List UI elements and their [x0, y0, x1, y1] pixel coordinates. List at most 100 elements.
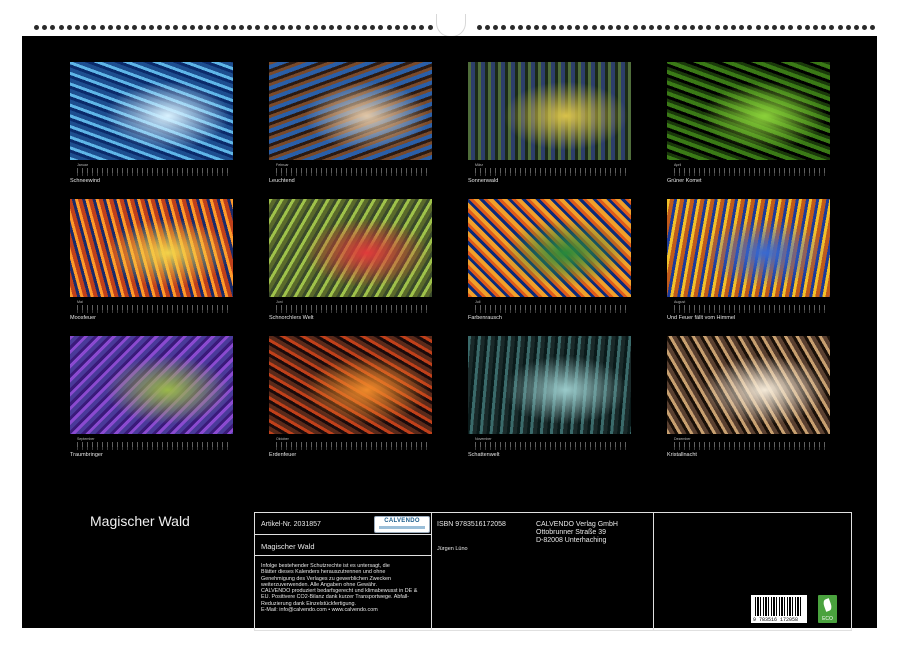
- binding-hole: [149, 25, 154, 30]
- binding-hole: [403, 25, 408, 30]
- binding-hole: [493, 25, 498, 30]
- month-label: Dezember: [674, 437, 691, 441]
- photo-caption: Und Feuer fällt vom Himmel: [667, 315, 735, 321]
- binding-hole: [592, 25, 597, 30]
- photo-caption: Sonnenwald: [468, 178, 498, 184]
- binding-hole: [411, 25, 416, 30]
- photo-caption: Schnorchlers Welt: [269, 315, 314, 321]
- binding-hole: [731, 25, 736, 30]
- binding-hole: [214, 25, 219, 30]
- calendar-days: [276, 310, 428, 313]
- photo-caption: Leuchtend: [269, 178, 295, 184]
- binding-hole: [772, 25, 777, 30]
- binding-hole: [42, 25, 47, 30]
- binding-hole: [723, 25, 728, 30]
- binding-hole: [608, 25, 613, 30]
- binding-hole: [649, 25, 654, 30]
- binding-hole: [600, 25, 605, 30]
- binding-hole: [288, 25, 293, 30]
- binding-hole: [838, 25, 843, 30]
- binding-hole: [157, 25, 162, 30]
- month-tile: JuliFarbenrausch: [468, 199, 631, 297]
- binding-hole: [75, 25, 80, 30]
- binding-hole: [346, 25, 351, 30]
- binding-hole: [370, 25, 375, 30]
- month-photo: [667, 199, 830, 297]
- isbn: ISBN 9783516172058: [437, 521, 506, 528]
- binding-hole: [313, 25, 318, 30]
- binding-hole: [239, 25, 244, 30]
- binding-hole: [116, 25, 121, 30]
- binding-hole: [665, 25, 670, 30]
- binding-hole: [780, 25, 785, 30]
- author: Jürgen Lüno: [437, 546, 468, 552]
- binding-hole: [551, 25, 556, 30]
- month-label: Mai: [77, 300, 83, 304]
- photo-caption: Grüner Komet: [667, 178, 702, 184]
- barcode: 9 783516 172058: [751, 595, 807, 623]
- binding-hole: [788, 25, 793, 30]
- binding-hole: [231, 25, 236, 30]
- calendar-title: Magischer Wald: [90, 513, 190, 529]
- binding-hole: [67, 25, 72, 30]
- month-label: März: [475, 163, 483, 167]
- month-label: September: [77, 437, 95, 441]
- month-photo: [667, 62, 830, 160]
- binding-hole: [583, 25, 588, 30]
- subtitle: Magischer Wald: [261, 542, 315, 551]
- month-label: Juni: [276, 300, 283, 304]
- binding-hole: [764, 25, 769, 30]
- month-photo: [70, 336, 233, 434]
- photo-caption: Schneewind: [70, 178, 100, 184]
- binding-hole: [559, 25, 564, 30]
- month-tile: FebruarLeuchtend: [269, 62, 432, 160]
- photo-caption: Moosfeuer: [70, 315, 96, 321]
- article-number: Artikel-Nr. 2031857: [261, 521, 321, 528]
- calendar-days: [77, 310, 229, 313]
- legal-notice: Infolge bestehender Schutzrechte ist es …: [261, 563, 417, 613]
- binding-hole: [542, 25, 547, 30]
- binding-hole: [575, 25, 580, 30]
- binding-hole: [378, 25, 383, 30]
- binding-hole: [846, 25, 851, 30]
- binding-hole: [124, 25, 129, 30]
- divider: [255, 555, 431, 556]
- binding-hole: [747, 25, 752, 30]
- binding-strip: [0, 0, 899, 36]
- calvendo-logo: CALVENDO: [374, 516, 430, 533]
- calendar-days: [77, 447, 229, 450]
- calendar-days: [674, 447, 826, 450]
- month-tile: JuniSchnorchlers Welt: [269, 199, 432, 297]
- binding-hole: [247, 25, 252, 30]
- binding-hole: [198, 25, 203, 30]
- binding-hole: [715, 25, 720, 30]
- binding-hole: [91, 25, 96, 30]
- binding-hole: [141, 25, 146, 30]
- binding-hole: [329, 25, 334, 30]
- binding-hole: [83, 25, 88, 30]
- binding-hole: [526, 25, 531, 30]
- binding-hole: [616, 25, 621, 30]
- binding-hole: [280, 25, 285, 30]
- binding-hole: [206, 25, 211, 30]
- photo-caption: Kristallnacht: [667, 452, 697, 458]
- binding-hole: [805, 25, 810, 30]
- binding-hole: [223, 25, 228, 30]
- binding-hole: [682, 25, 687, 30]
- divider: [653, 513, 654, 630]
- month-label: November: [475, 437, 492, 441]
- binding-hole: [862, 25, 867, 30]
- binding-hole: [657, 25, 662, 30]
- binding-hole: [854, 25, 859, 30]
- binding-hole: [428, 25, 433, 30]
- binding-hole: [165, 25, 170, 30]
- month-label: Juli: [475, 300, 480, 304]
- month-photo: [468, 199, 631, 297]
- binding-hole: [337, 25, 342, 30]
- month-tile: AprilGrüner Komet: [667, 62, 830, 160]
- divider: [431, 513, 432, 630]
- binding-hole: [829, 25, 834, 30]
- binding-hole: [518, 25, 523, 30]
- binding-hole: [501, 25, 506, 30]
- month-photo: [70, 199, 233, 297]
